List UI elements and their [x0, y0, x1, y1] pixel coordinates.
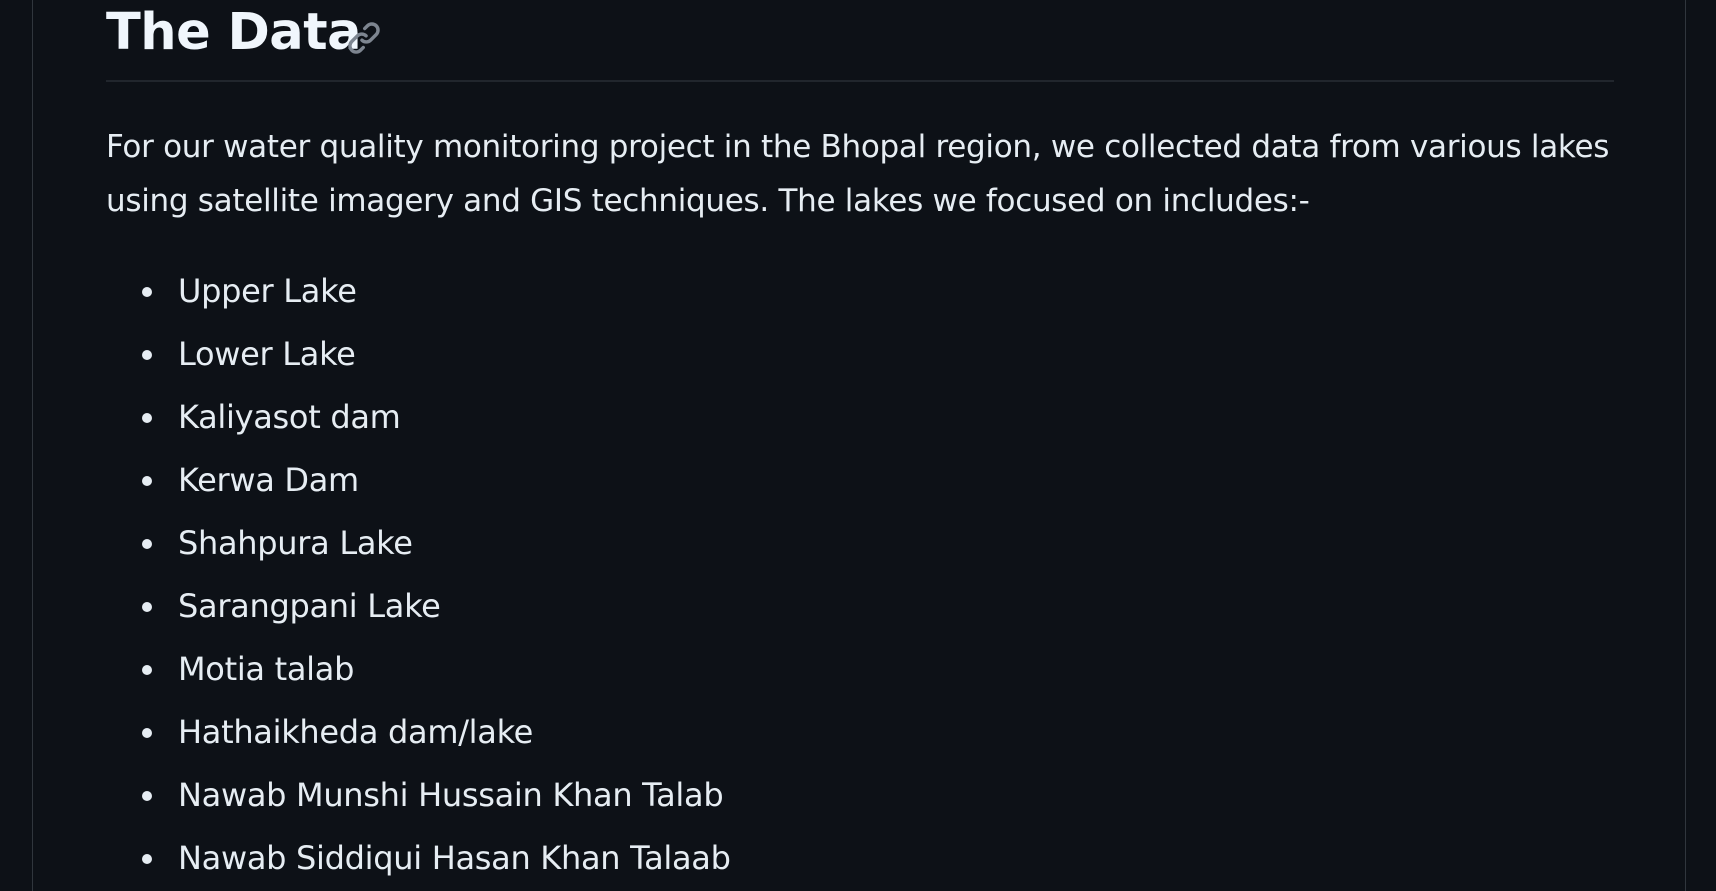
lake-name: Kerwa Dam — [178, 461, 359, 499]
bullet — [142, 665, 152, 675]
markdown-container: The Data For our water quality monitorin… — [32, 0, 1686, 891]
bullet — [142, 350, 152, 360]
lake-name: Kaliyasot dam — [178, 398, 401, 436]
bullet — [142, 287, 152, 297]
lake-name: Nawab Munshi Hussain Khan Talab — [178, 776, 724, 814]
lake-name: Sarangpani Lake — [178, 587, 441, 625]
bullet — [142, 413, 152, 423]
bullet — [142, 728, 152, 738]
lake-name: Lower Lake — [178, 335, 356, 373]
link-icon[interactable] — [346, 20, 382, 56]
lake-name: Nawab Siddiqui Hasan Khan Talaab — [178, 839, 731, 877]
lake-name: Shahpura Lake — [178, 524, 413, 562]
bullet — [142, 539, 152, 549]
heading-row: The Data — [106, 0, 1614, 82]
bullet — [142, 854, 152, 864]
intro-paragraph: For our water quality monitoring project… — [106, 129, 1610, 219]
bullet — [142, 602, 152, 612]
lake-name: Motia talab — [178, 650, 355, 688]
lake-name: Hathaikheda dam/lake — [178, 713, 534, 751]
lake-name: Upper Lake — [178, 272, 357, 310]
bullet — [142, 476, 152, 486]
section-heading: The Data — [106, 3, 361, 62]
bullet — [142, 791, 152, 801]
